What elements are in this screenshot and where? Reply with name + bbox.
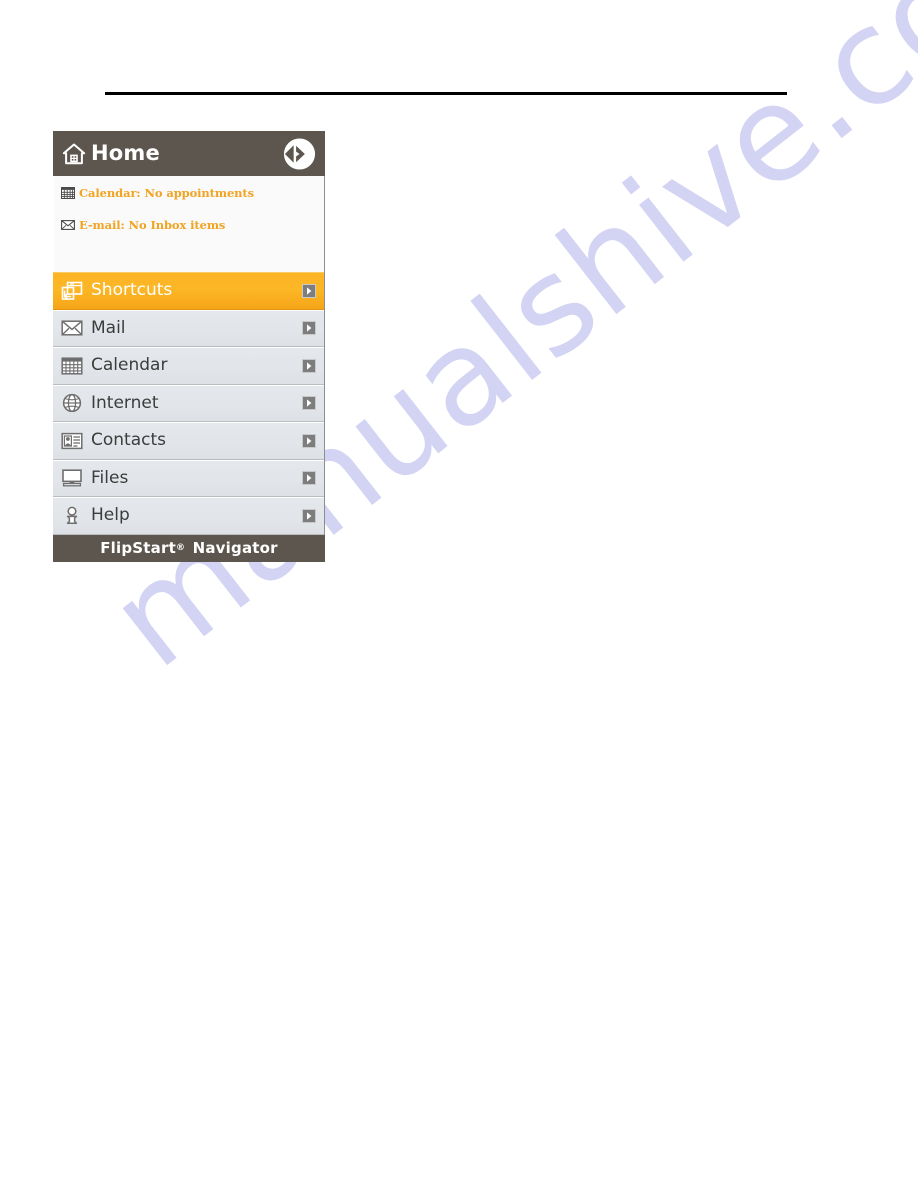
chevron-right-icon[interactable] xyxy=(302,396,316,411)
chevron-right-icon[interactable] xyxy=(302,508,316,523)
sidebar-item-mail[interactable]: Mail xyxy=(53,309,324,347)
globe-icon xyxy=(62,394,82,413)
navigator-footer: FlipStart ® Navigator xyxy=(53,534,325,562)
sidebar-item-label: Calendar xyxy=(91,355,168,376)
envelope-icon xyxy=(61,320,83,336)
sidebar-item-label: Shortcuts xyxy=(91,280,173,301)
sidebar-item-label: Internet xyxy=(91,392,159,413)
home-icon xyxy=(62,143,86,164)
sidebar-item-label: Help xyxy=(91,505,130,526)
sidebar-item-files[interactable]: Files xyxy=(53,459,324,497)
shortcuts-window-icon xyxy=(61,281,83,300)
footer-brand: FlipStart xyxy=(100,539,176,557)
sidebar-item-label: Mail xyxy=(91,317,126,338)
sidebar-item-contacts[interactable]: Contacts xyxy=(53,422,324,460)
chevron-right-icon[interactable] xyxy=(302,358,316,373)
sidebar-item-internet[interactable]: Internet xyxy=(53,384,324,422)
calendar-grid-icon xyxy=(61,357,83,375)
sidebar-item-help[interactable]: Help xyxy=(53,497,324,535)
sidebar-item-calendar[interactable]: Calendar xyxy=(53,347,324,385)
chevron-right-icon[interactable] xyxy=(302,433,316,448)
flipstart-navigator-widget: Home Calendar: No appointments E-mail: N… xyxy=(53,131,325,562)
help-person-icon xyxy=(66,506,78,524)
status-item-label: Calendar: No appointments xyxy=(79,186,255,200)
sidebar-item-label: Files xyxy=(91,467,129,488)
status-item-calendar[interactable]: Calendar: No appointments xyxy=(61,183,324,203)
shortcuts-list: Shortcuts Mail Calendar Internet Contact… xyxy=(53,272,325,535)
status-item-label: E-mail: No Inbox items xyxy=(79,218,226,232)
navigator-header: Home xyxy=(53,131,325,176)
footer-product: Navigator xyxy=(192,539,278,557)
sidebar-item-label: Contacts xyxy=(91,430,166,451)
registered-mark: ® xyxy=(175,543,186,553)
expand-chevron-circle-icon[interactable] xyxy=(282,136,317,171)
page-header-rule xyxy=(105,92,787,95)
chevron-right-icon[interactable] xyxy=(302,471,316,486)
chevron-right-icon[interactable] xyxy=(302,321,316,336)
chevron-right-icon[interactable] xyxy=(302,283,316,298)
envelope-icon xyxy=(61,220,75,230)
calendar-icon xyxy=(61,187,75,199)
status-item-email[interactable]: E-mail: No Inbox items xyxy=(61,215,324,235)
status-panel: Calendar: No appointments E-mail: No Inb… xyxy=(53,176,325,272)
navigator-title: Home xyxy=(91,141,160,165)
contact-card-icon xyxy=(61,432,83,449)
sidebar-item-shortcuts[interactable]: Shortcuts xyxy=(53,272,324,310)
computer-monitor-icon xyxy=(62,469,82,487)
